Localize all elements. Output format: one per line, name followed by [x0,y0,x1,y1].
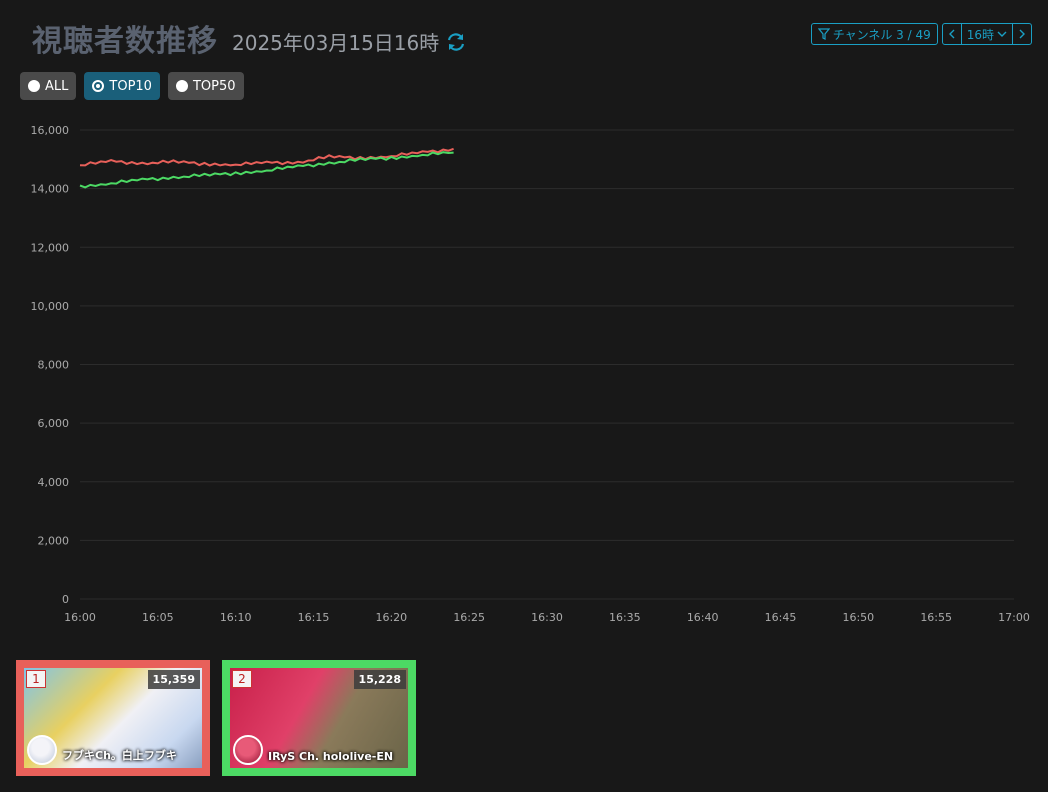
rank-badge: 2 [232,670,252,688]
x-tick-label: 16:45 [765,611,797,624]
channel-name: フブキCh。白上フブキ [62,749,177,762]
radio-icon [28,80,40,92]
channel-cards: 1 15,359 フブキCh。白上フブキ 2 15,228 IRyS Ch. h… [16,660,416,776]
y-tick-label: 14,000 [31,183,70,196]
avatar [233,735,263,765]
filter-icon [817,28,830,40]
channel-filter-label: チャンネル 3 / 49 [832,27,931,42]
current-datetime: 2025年03月15日16時 [232,27,467,56]
x-tick-label: 16:25 [453,611,485,624]
x-tick-label: 16:50 [842,611,874,624]
page-title: 視聴者数推移 [32,24,218,59]
x-tick-label: 16:55 [920,611,952,624]
x-tick-label: 16:35 [609,611,641,624]
toolbar: チャンネル 3 / 49 16時 [810,23,1032,45]
x-tick-label: 17:00 [998,611,1030,624]
channel-filter-button[interactable]: チャンネル 3 / 49 [810,23,938,45]
y-tick-label: 6,000 [38,417,70,430]
x-tick-label: 16:10 [220,611,252,624]
y-tick-label: 0 [62,593,69,606]
channel-card[interactable]: 2 15,228 IRyS Ch. hololive-EN [222,660,416,776]
refresh-icon[interactable] [445,31,467,53]
prev-hour-button[interactable] [943,24,961,44]
x-tick-label: 16:15 [298,611,330,624]
x-tick-label: 16:00 [64,611,96,624]
next-hour-button[interactable] [1012,24,1031,44]
avatar [27,735,57,765]
y-tick-label: 10,000 [31,300,70,313]
x-tick-label: 16:30 [531,611,563,624]
viewer-count-chart: 0 2,000 4,000 6,000 8,000 10,000 12,000 14,000 1… [31,124,1030,624]
filter-top10-button[interactable]: TOP10 [84,72,160,100]
datetime-label: 2025年03月15日16時 [232,31,440,55]
filter-all-button[interactable]: ALL [20,72,77,100]
filter-top50-button[interactable]: TOP50 [167,72,244,100]
chevron-left-icon [948,29,955,39]
x-tick-label: 16:20 [375,611,407,624]
series-line-2 [79,151,454,189]
radio-icon [175,80,188,92]
rank-badge: 1 [26,670,46,688]
stream-thumbnail: 2 15,228 IRyS Ch. hololive-EN [230,668,408,768]
chevron-down-icon [997,31,1007,37]
hour-select[interactable]: 16時 [960,24,1012,44]
y-tick-label: 4,000 [38,476,70,489]
y-tick-label: 12,000 [31,241,70,254]
y-tick-label: 2,000 [38,534,70,547]
radio-selected-icon [92,80,105,92]
filter-top50-label: TOP50 [192,78,236,94]
ranking-filter-group: ALL TOP10 TOP50 [20,72,244,100]
filter-top10-label: TOP10 [109,78,152,94]
hour-select-label: 16時 [966,27,994,42]
channel-name: IRyS Ch. hololive-EN [268,750,394,763]
y-tick-label: 16,000 [31,124,70,137]
chevron-right-icon [1019,29,1025,39]
viewer-count: 15,359 [147,670,200,689]
y-tick-label: 8,000 [38,359,70,372]
series-line-1 [79,147,454,167]
stream-thumbnail: 1 15,359 フブキCh。白上フブキ [24,668,202,768]
x-tick-label: 16:40 [687,611,719,624]
x-tick-label: 16:05 [142,611,174,624]
channel-card[interactable]: 1 15,359 フブキCh。白上フブキ [16,660,210,776]
viewer-count: 15,228 [353,670,406,689]
filter-all-label: ALL [45,78,69,94]
hour-navigator: 16時 [941,23,1032,45]
